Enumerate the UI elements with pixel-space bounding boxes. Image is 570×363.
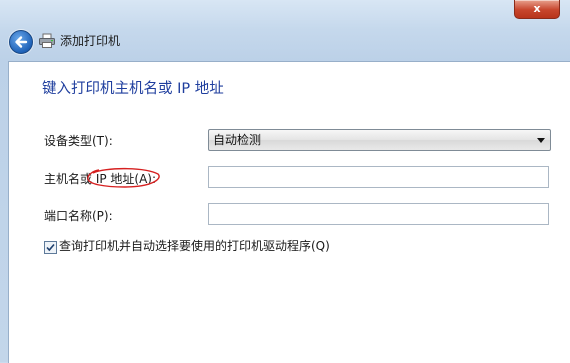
query-printer-label[interactable]: 查询打印机并自动选择要使用的打印机驱动程序(Q) bbox=[59, 238, 330, 254]
query-printer-checkbox[interactable] bbox=[44, 241, 57, 254]
port-name-input[interactable] bbox=[208, 203, 549, 225]
printer-icon bbox=[39, 33, 55, 48]
close-button[interactable]: x bbox=[514, 0, 560, 19]
checkmark-icon bbox=[46, 243, 55, 252]
chevron-down-icon bbox=[537, 138, 545, 143]
wizard-content: 键入打印机主机名或 IP 地址 设备类型(T): 自动检测 主机名或 IP 地址… bbox=[8, 61, 570, 363]
device-type-label: 设备类型(T): bbox=[44, 134, 113, 148]
page-heading: 键入打印机主机名或 IP 地址 bbox=[42, 81, 224, 97]
window-title: 添加打印机 bbox=[60, 34, 121, 48]
device-type-value: 自动检测 bbox=[213, 133, 262, 147]
window-frame: x 添加打印机 键入打印机主机名或 IP 地址 设备类型(T): 自动检测 主机… bbox=[0, 0, 570, 363]
hostname-input[interactable] bbox=[208, 166, 549, 188]
annotation-circle bbox=[87, 167, 160, 188]
back-button[interactable] bbox=[9, 30, 33, 54]
port-name-label: 端口名称(P): bbox=[44, 209, 113, 223]
device-type-select[interactable]: 自动检测 bbox=[208, 129, 551, 151]
back-arrow-icon bbox=[15, 36, 28, 48]
